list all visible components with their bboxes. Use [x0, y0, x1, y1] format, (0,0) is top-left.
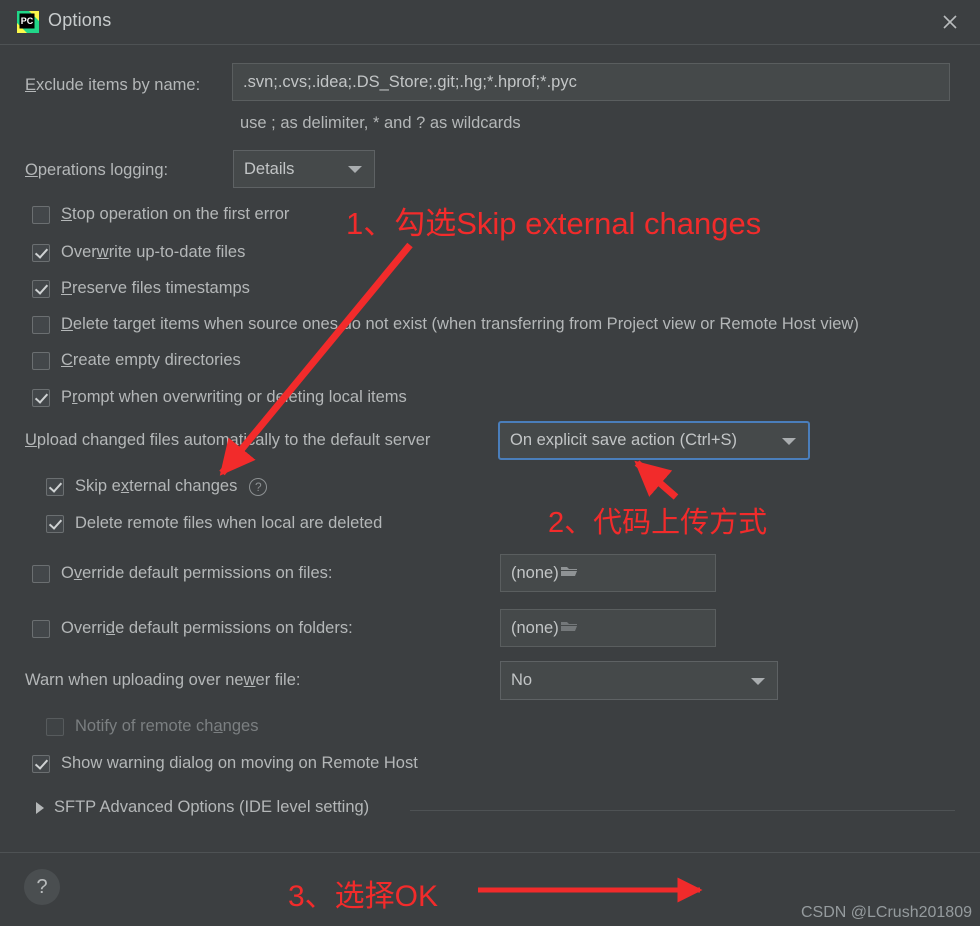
checkbox-label: Override default permissions on folders:: [61, 619, 353, 637]
help-icon[interactable]: ?: [249, 477, 268, 496]
checkbox-prompt-when-overwriting[interactable]: Prompt when overwriting or deleting loca…: [32, 388, 407, 407]
folder-icon[interactable]: [559, 563, 579, 584]
checkbox-stop-operation[interactable]: Stop operation on the first error: [32, 205, 289, 224]
checkbox-label: Delete remote files when local are delet…: [75, 514, 383, 532]
checkbox-box: [32, 205, 50, 224]
chevron-right-icon: [36, 801, 44, 814]
checkbox-box: [32, 754, 50, 773]
chevron-down-icon: [782, 437, 796, 445]
checkbox-box: [32, 388, 50, 407]
exclude-items-label-rest: xclude items by name:: [36, 76, 201, 94]
checkbox-label: Prompt when overwriting or deleting loca…: [61, 388, 407, 406]
title-bar: PC Options: [0, 0, 980, 45]
permissions-folders-value: (none): [511, 618, 559, 637]
checkbox-box: [32, 619, 50, 638]
checkbox-box: [32, 564, 50, 583]
upload-automatically-label: Upload changed files automatically to th…: [25, 431, 431, 449]
checkbox-override-permissions-folders[interactable]: Override default permissions on folders:: [32, 619, 353, 638]
checkbox-create-empty-directories[interactable]: Create empty directories: [32, 351, 241, 370]
permissions-files-input[interactable]: (none): [500, 554, 716, 592]
checkbox-overwrite-up-to-date[interactable]: Overwrite up-to-date files: [32, 243, 245, 262]
annotation-arrows: [219, 242, 703, 903]
checkbox-notify-remote-changes[interactable]: Notify of remote changes: [46, 717, 258, 736]
checkbox-label: Show warning dialog on moving on Remote …: [61, 754, 418, 772]
checkbox-skip-external-changes[interactable]: Skip external changes ?: [46, 477, 268, 496]
checkbox-box: [32, 279, 50, 298]
upload-label-rest: pload changed files automatically to the…: [36, 431, 431, 449]
annotation-step-1: 1、勾选Skip external changes: [346, 206, 762, 241]
svg-text:PC: PC: [21, 16, 34, 26]
checkbox-label: Stop operation on the first error: [61, 205, 290, 223]
section-divider: [410, 810, 955, 811]
permissions-folders-input[interactable]: (none): [500, 609, 716, 647]
checkbox-box: [46, 514, 64, 533]
upload-mode-select[interactable]: On explicit save action (Ctrl+S): [498, 421, 810, 460]
checkbox-delete-target-items[interactable]: Delete target items when source ones do …: [32, 315, 859, 334]
help-button[interactable]: ?: [24, 869, 60, 905]
exclude-items-value: .svn;.cvs;.idea;.DS_Store;.git;.hg;*.hpr…: [243, 72, 577, 91]
options-dialog: PC Options Exclude items by name: .svn;.…: [0, 0, 980, 926]
window-title: Options: [48, 10, 112, 30]
exclude-items-hint: use ; as delimiter, * and ? as wildcards: [240, 114, 521, 132]
checkbox-override-permissions-files[interactable]: Override default permissions on files:: [32, 564, 332, 583]
chevron-down-icon: [751, 677, 765, 685]
checkbox-box: [32, 243, 50, 262]
folder-icon[interactable]: [559, 618, 579, 639]
checkbox-label: Preserve files timestamps: [61, 279, 250, 297]
checkbox-box: [46, 717, 64, 736]
checkbox-delete-remote-files[interactable]: Delete remote files when local are delet…: [46, 514, 382, 533]
exclude-items-label: Exclude items by name:: [25, 76, 201, 94]
permissions-files-value: (none): [511, 563, 559, 582]
warn-newer-file-select[interactable]: No: [500, 661, 778, 700]
operations-logging-value: Details: [244, 159, 295, 178]
checkbox-box: [32, 351, 50, 370]
close-icon[interactable]: [930, 6, 970, 38]
operations-logging-label-rest: perations logging:: [37, 161, 169, 179]
checkbox-preserve-timestamps[interactable]: Preserve files timestamps: [32, 279, 250, 298]
warn-newer-file-value: No: [511, 671, 533, 689]
operations-logging-label: Operations logging:: [25, 161, 169, 179]
checkbox-label: Skip external changes: [75, 477, 238, 495]
checkbox-label: Create empty directories: [61, 351, 241, 369]
sftp-advanced-options-label: SFTP Advanced Options (IDE level setting…: [54, 798, 370, 816]
pycharm-logo-icon: PC: [16, 10, 40, 34]
warn-newer-file-label: Warn when uploading over newer file:: [25, 671, 301, 689]
watermark: CSDN @LCrush201809: [801, 904, 972, 921]
checkbox-label: Overwrite up-to-date files: [61, 243, 246, 261]
exclude-items-input[interactable]: .svn;.cvs;.idea;.DS_Store;.git;.hg;*.hpr…: [232, 63, 950, 101]
chevron-down-icon: [348, 166, 362, 173]
upload-mode-value: On explicit save action (Ctrl+S): [510, 431, 737, 449]
sftp-advanced-options-toggle[interactable]: SFTP Advanced Options (IDE level setting…: [36, 798, 369, 817]
checkbox-show-warning-dialog[interactable]: Show warning dialog on moving on Remote …: [32, 754, 418, 773]
checkbox-box: [46, 477, 64, 496]
checkbox-label: Notify of remote changes: [75, 717, 259, 735]
checkbox-box: [32, 315, 50, 334]
operations-logging-select[interactable]: Details: [233, 150, 375, 188]
checkbox-label: Override default permissions on files:: [61, 564, 333, 582]
checkbox-label: Delete target items when source ones do …: [61, 315, 859, 333]
annotation-step-2: 2、代码上传方式: [548, 507, 768, 539]
